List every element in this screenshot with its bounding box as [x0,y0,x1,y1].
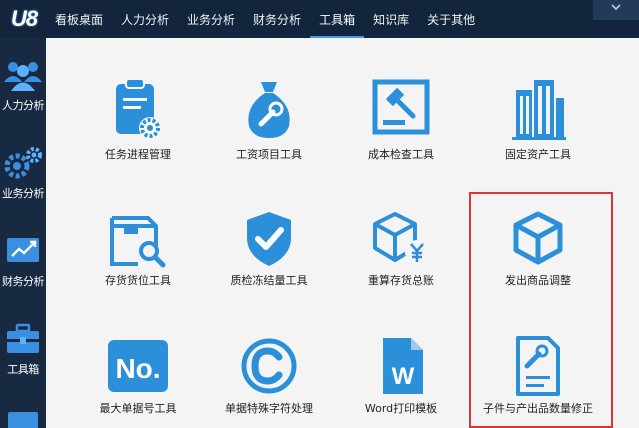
tool-label: Word打印模板 [364,402,438,415]
tool-label: 成本检查工具 [368,148,434,161]
toolbox-panel: 任务进程管理 工资项目工具 成本检查工具 固定资产工具 存货货位工具 质检冻结量… [46,38,639,428]
tool-fixed-assets[interactable]: 固定资产工具 [468,76,608,162]
people-icon [4,62,42,91]
word-file-letter: W [392,363,415,390]
dropdown-button[interactable] [593,0,639,20]
sidebar-item-toolbox[interactable]: 工具箱 [0,322,46,377]
tool-special-char[interactable]: 单据特殊字符处理 [199,336,339,416]
building-icon [512,80,566,140]
no-badge-icon: No. [108,340,168,392]
top-navigation-bar: U8 看板桌面 人力分析 业务分析 财务分析 工具箱 知识库 关于其他 [0,0,639,38]
tab-knowledge-base[interactable]: 知识库 [364,0,418,38]
tool-recalc-ledger[interactable]: 重算存货总账 [331,208,471,288]
tool-salary-item[interactable]: 工资项目工具 [199,76,339,162]
tool-label: 最大单据号工具 [99,402,177,415]
sidebar-item-finance-analysis[interactable]: 财务分析 [0,234,46,289]
sidebar-item-label: 人力分析 [2,99,45,112]
box-search-icon [110,216,166,268]
tool-inventory-location[interactable]: 存货货位工具 [68,208,208,288]
sidebar-next-icon-partial [8,412,38,428]
sidebar-item-label: 工具箱 [7,363,39,376]
tab-about-other[interactable]: 关于其他 [418,0,484,38]
shield-check-icon [247,212,291,266]
tool-label: 任务进程管理 [105,148,171,161]
sidebar-item-label: 业务分析 [2,187,45,200]
tool-label: 固定资产工具 [505,148,571,161]
sidebar-item-hr-analysis[interactable]: 人力分析 [0,58,46,113]
tool-label: 重算存货总账 [368,274,434,287]
app-logo: U8 [10,6,38,31]
tool-cost-check[interactable]: 成本检查工具 [331,76,471,162]
tool-qc-frozen[interactable]: 质检冻结量工具 [199,208,339,288]
sidebar: 人力分析 业务分析 财务分析 工具箱 [0,38,46,428]
gears-icon [4,147,42,179]
copyright-icon [241,338,297,394]
tool-task-process[interactable]: 任务进程管理 [68,76,208,162]
gavel-icon [372,79,430,135]
tab-toolbox[interactable]: 工具箱 [310,0,365,38]
box-yen-icon [373,212,429,264]
tool-label: 存货货位工具 [105,274,171,287]
tool-word-print-template[interactable]: W Word打印模板 [331,336,471,416]
tool-label: 单据特殊字符处理 [225,402,313,415]
nav-tabs: 看板桌面 人力分析 业务分析 财务分析 工具箱 知识库 关于其他 [46,0,484,38]
clipboard-gear-icon [116,78,161,139]
tool-max-doc-number[interactable]: No. 最大单据号工具 [68,336,208,416]
toolbox-icon [7,323,39,353]
tab-finance-analysis[interactable]: 财务分析 [244,0,310,38]
sidebar-item-label: 财务分析 [2,275,45,288]
sidebar-item-business-analysis[interactable]: 业务分析 [0,146,46,201]
money-bag-wrench-icon [248,82,290,138]
tool-label: 工资项目工具 [236,148,302,161]
no-badge-text: No. [115,353,160,384]
chevron-down-icon [611,4,621,11]
tool-label: 质检冻结量工具 [230,274,308,287]
highlight-box [469,192,613,428]
trend-chart-icon [7,238,39,262]
tab-hr-analysis[interactable]: 人力分析 [112,0,178,38]
tab-business-analysis[interactable]: 业务分析 [178,0,244,38]
tab-dashboard[interactable]: 看板桌面 [46,0,112,38]
word-file-icon: W [383,338,423,394]
